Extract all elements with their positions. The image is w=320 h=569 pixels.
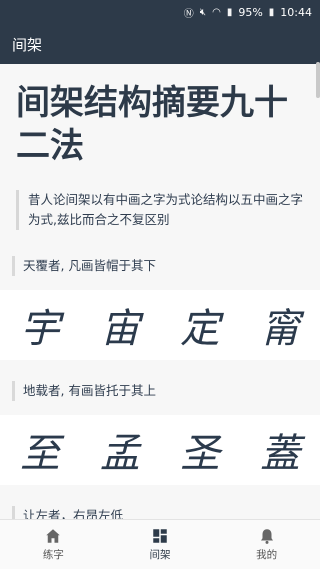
glyph[interactable]: 孟 xyxy=(88,421,152,479)
wifi-icon: ◠ xyxy=(212,6,221,18)
home-icon xyxy=(46,529,61,543)
nav-item-mine[interactable]: 我的 xyxy=(213,520,320,569)
glyph[interactable]: 定 xyxy=(168,296,232,354)
scroll-handle[interactable] xyxy=(316,62,320,98)
glyph[interactable]: 宇 xyxy=(8,296,72,354)
intro-text: 昔人论间架以有中画之字为式论结构以五中画之字为式,兹比而合之不复区别 xyxy=(16,190,308,230)
nfc-icon: Ⓝ xyxy=(183,8,194,20)
bottom-nav: 练字 间架 我的 xyxy=(0,519,320,569)
glyph-row: 宇 宙 定 甯 xyxy=(0,290,320,360)
battery-icon: ▮ xyxy=(268,6,275,18)
glyph[interactable]: 蓋 xyxy=(248,421,312,479)
section-heading: 天覆者, 凡画皆帽于其下 xyxy=(12,256,312,276)
clock: 10:44 xyxy=(280,5,312,19)
grid-icon xyxy=(153,529,167,543)
nav-label: 我的 xyxy=(256,549,278,561)
status-bar: Ⓝ 🔇︎ ◠ ▮ 95% ▮ 10:44 xyxy=(0,0,320,24)
signal-icon: ▮ xyxy=(226,6,233,18)
bell-icon xyxy=(260,529,273,544)
app-bar: 间架 xyxy=(0,24,320,64)
app-title: 间架 xyxy=(12,35,43,54)
glyph[interactable]: 甯 xyxy=(248,296,312,354)
battery-percent: 95% xyxy=(238,5,263,19)
glyph[interactable]: 圣 xyxy=(168,421,232,479)
page-title: 间架结构摘要九十二法 xyxy=(16,83,288,166)
content-scroll[interactable]: 间架结构摘要九十二法 昔人论间架以有中画之字为式论结构以五中画之字为式,兹比而合… xyxy=(0,64,320,519)
glyph-row: 至 孟 圣 蓋 xyxy=(0,415,320,485)
mute-icon: 🔇︎ xyxy=(199,6,207,18)
glyph[interactable]: 宙 xyxy=(88,296,152,354)
glyph[interactable]: 至 xyxy=(8,421,72,479)
nav-item-structure[interactable]: 间架 xyxy=(107,520,214,569)
nav-label: 练字 xyxy=(42,549,64,561)
nav-item-practice[interactable]: 练字 xyxy=(0,520,107,569)
nav-label: 间架 xyxy=(149,549,171,561)
section-heading: 地载者, 有画皆托于其上 xyxy=(12,381,312,401)
section-heading: 让左者，右昂左低 xyxy=(12,506,312,519)
